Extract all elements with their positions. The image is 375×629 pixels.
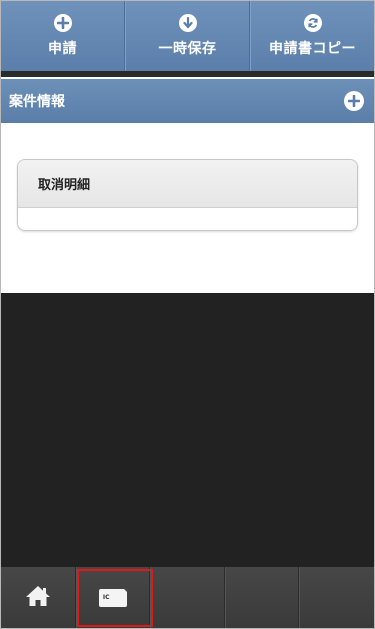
copy-application-button-label: 申請書コピー: [269, 41, 356, 57]
nav-item-4[interactable]: [224, 567, 300, 628]
cancel-details-body: [18, 208, 357, 230]
top-toolbar: 申請 一時保存 申請書コピー: [1, 1, 374, 71]
cancel-details-title: 取消明細: [18, 160, 357, 208]
nav-item-3[interactable]: [150, 567, 225, 628]
copy-application-button[interactable]: 申請書コピー: [250, 1, 374, 71]
arrow-down-circle-icon: [178, 14, 197, 32]
cancel-details-card[interactable]: 取消明細: [17, 159, 358, 231]
toolbar-divider: [1, 71, 374, 77]
bottom-nav-bar: IC: [1, 567, 374, 628]
temp-save-button-label: 一時保存: [158, 41, 217, 57]
nav-home[interactable]: [1, 567, 76, 628]
nav-item-5[interactable]: [299, 567, 374, 628]
plus-circle-icon: [53, 14, 72, 32]
content-area: 取消明細: [1, 123, 374, 293]
ic-card-label: IC: [102, 594, 110, 601]
refresh-circle-icon: [303, 14, 322, 32]
home-icon: [25, 585, 51, 611]
ic-card-icon: IC: [98, 587, 128, 607]
temp-save-button[interactable]: 一時保存: [125, 1, 250, 71]
apply-button[interactable]: 申請: [1, 1, 125, 71]
empty-dark-area: [1, 293, 374, 567]
case-info-header[interactable]: 案件情報: [1, 79, 374, 123]
expand-plus-icon[interactable]: [344, 91, 364, 111]
nav-ic-card[interactable]: IC: [75, 567, 153, 628]
case-info-title: 案件情報: [9, 94, 65, 110]
apply-button-label: 申請: [48, 41, 77, 57]
